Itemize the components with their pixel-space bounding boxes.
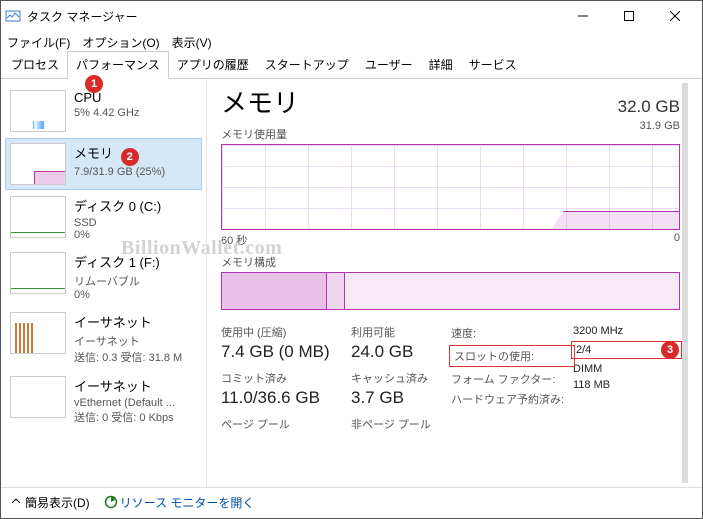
memory-thumbnail: [10, 143, 66, 185]
footer: 簡易表示(D) リソース モニターを開く: [1, 487, 702, 517]
app-icon: [5, 8, 21, 24]
annotation-badge-1: 1: [85, 75, 103, 93]
slots-highlight: スロットの使用:: [449, 345, 575, 367]
page-title: メモリ: [221, 83, 299, 120]
annotation-badge-2: 2: [121, 148, 139, 166]
sidebar-sub2: 0%: [74, 229, 197, 241]
menu-options[interactable]: オプション(O): [82, 34, 159, 51]
disk-thumbnail: [10, 252, 66, 294]
composition-label: メモリ構成: [221, 254, 680, 270]
hw-label: ハードウェア予約済み:: [451, 391, 564, 407]
memory-total: 32.0 GB: [618, 97, 680, 117]
sidebar: CPU 5% 4.42 GHz メモリ 2 7.9/31.9 GB (25%) …: [1, 79, 207, 487]
sidebar-item-ethernet-1[interactable]: イーサネット イーサネット 送信: 0.3 受信: 31.8 M: [5, 307, 202, 370]
memory-composition-chart[interactable]: [221, 272, 680, 310]
sidebar-sub: イーサネット: [74, 333, 197, 349]
tab-app-history[interactable]: アプリの履歴: [169, 52, 257, 78]
brief-view-toggle[interactable]: 簡易表示(D): [11, 494, 90, 511]
hw-value: 118 MB: [573, 379, 610, 391]
sidebar-sub: vEthernet (Default ...: [74, 397, 197, 409]
disk-thumbnail: [10, 196, 66, 238]
avail-value: 24.0 GB: [351, 342, 451, 362]
maximize-button[interactable]: [606, 1, 652, 31]
tab-bar: プロセス パフォーマンス アプリの履歴 スタートアップ ユーザー 詳細 サービス: [1, 53, 702, 79]
window-title: タスク マネージャー: [27, 8, 560, 25]
sidebar-label: イーサネット: [74, 312, 197, 331]
sidebar-item-ethernet-2[interactable]: イーサネット vEthernet (Default ... 送信: 0 受信: …: [5, 371, 202, 430]
ethernet-thumbnail: [10, 312, 66, 354]
commit-label: コミット済み: [221, 370, 351, 386]
open-resource-monitor-link[interactable]: リソース モニターを開く: [104, 494, 255, 511]
content-area: CPU 5% 4.42 GHz メモリ 2 7.9/31.9 GB (25%) …: [1, 79, 702, 487]
tab-users[interactable]: ユーザー: [357, 52, 421, 78]
ethernet-thumbnail: [10, 376, 66, 418]
main-panel: メモリ 32.0 GB メモリ使用量 31.9 GB 60 秒 0 メモリ構成 …: [207, 79, 702, 487]
tab-performance[interactable]: パフォーマンス: [67, 51, 169, 79]
slots-value: 2/4: [576, 344, 591, 356]
scrollbar[interactable]: [682, 83, 688, 483]
window-controls: [560, 1, 698, 31]
speed-label: 速度:: [451, 325, 476, 341]
cache-label: キャッシュ済み: [351, 370, 451, 386]
resource-monitor-icon: [104, 495, 118, 509]
sidebar-sub: SSD: [74, 217, 197, 229]
paged-label: ページ プール: [221, 416, 351, 432]
avail-label: 利用可能: [351, 324, 451, 340]
inuse-value: 7.4 GB (0 MB): [221, 342, 351, 362]
sidebar-sub: 7.9/31.9 GB (25%): [74, 166, 197, 178]
form-value: DIMM: [573, 363, 602, 375]
sidebar-sub2: 0%: [74, 289, 197, 301]
tab-details[interactable]: 詳細: [421, 52, 461, 78]
sidebar-item-memory[interactable]: メモリ 2 7.9/31.9 GB (25%): [5, 138, 202, 190]
slots-highlight-value: 2/4 3: [571, 341, 682, 359]
slots-label: スロットの使用:: [454, 348, 534, 364]
sidebar-sub: 5% 4.42 GHz: [74, 107, 197, 119]
menu-bar: ファイル(F) オプション(O) 表示(V): [1, 31, 702, 53]
sidebar-item-disk0[interactable]: ディスク 0 (C:) SSD 0%: [5, 191, 202, 246]
titlebar: タスク マネージャー: [1, 1, 702, 31]
speed-value: 3200 MHz: [573, 325, 623, 337]
cpu-thumbnail: [10, 90, 66, 132]
tab-startup[interactable]: スタートアップ: [257, 52, 357, 78]
menu-file[interactable]: ファイル(F): [7, 34, 70, 51]
sidebar-item-disk1[interactable]: ディスク 1 (F:) リムーバブル 0%: [5, 247, 202, 306]
usage-chart-max: 31.9 GB: [640, 120, 680, 142]
memory-usage-chart[interactable]: [221, 144, 680, 230]
sidebar-item-cpu[interactable]: CPU 5% 4.42 GHz: [5, 85, 202, 137]
sidebar-sub2: 送信: 0 受信: 0 Kbps: [74, 409, 197, 425]
sidebar-label: メモリ 2: [74, 143, 197, 164]
minimize-button[interactable]: [560, 1, 606, 31]
nonpaged-label: 非ページ プール: [351, 416, 451, 432]
axis-left: 60 秒: [221, 232, 247, 248]
tab-processes[interactable]: プロセス: [3, 52, 67, 78]
inuse-label: 使用中 (圧縮): [221, 324, 351, 340]
sidebar-label: イーサネット: [74, 376, 197, 395]
sidebar-sub2: 送信: 0.3 受信: 31.8 M: [74, 349, 197, 365]
menu-view[interactable]: 表示(V): [172, 34, 212, 51]
commit-value: 11.0/36.6 GB: [221, 388, 351, 408]
chevron-down-icon: [11, 497, 21, 507]
form-label: フォーム ファクター:: [451, 371, 555, 387]
tab-services[interactable]: サービス: [461, 52, 525, 78]
sidebar-label: ディスク 1 (F:): [74, 252, 197, 271]
usage-chart-label: メモリ使用量: [221, 126, 287, 142]
axis-right: 0: [674, 232, 680, 248]
annotation-badge-3: 3: [661, 341, 679, 359]
close-button[interactable]: [652, 1, 698, 31]
sidebar-label: ディスク 0 (C:): [74, 196, 197, 215]
sidebar-sub: リムーバブル: [74, 273, 197, 289]
cache-value: 3.7 GB: [351, 388, 451, 408]
memory-stats: 使用中 (圧縮) 7.4 GB (0 MB) コミット済み 11.0/36.6 …: [221, 324, 680, 432]
